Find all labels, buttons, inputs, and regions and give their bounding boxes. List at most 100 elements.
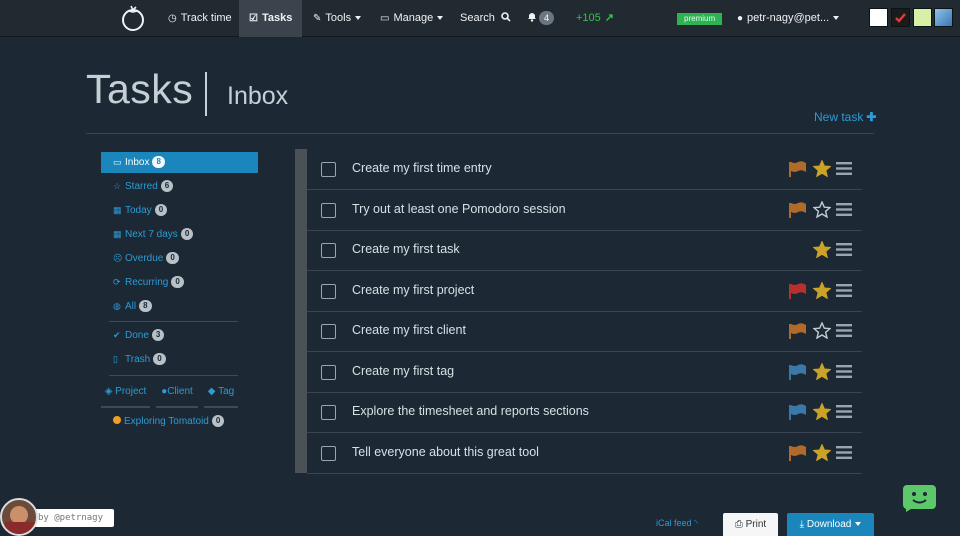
sidebar-item-recurring[interactable]: ⟳ Recurring 0 (101, 272, 258, 293)
nav-points[interactable]: +105 ↗ (576, 0, 614, 37)
flag-icon[interactable] (789, 201, 807, 218)
task-checkbox[interactable] (321, 405, 336, 420)
user-icon: ● (737, 13, 744, 24)
flag-icon[interactable] (789, 404, 807, 420)
count-badge: 8 (139, 300, 152, 312)
count-badge: 6 (160, 180, 174, 192)
star-filled-icon[interactable] (813, 362, 831, 380)
task-checkbox[interactable] (321, 324, 336, 339)
task-row[interactable]: Explore the timesheet and reports sectio… (307, 392, 862, 433)
sidebar-item-next-7-days[interactable]: ▦ Next 7 days 0 (101, 224, 258, 245)
task-checkbox[interactable] (321, 243, 336, 258)
theme-swatch-white[interactable] (869, 8, 888, 27)
sidebar-item-inbox[interactable]: ▭ Inbox 8 (101, 152, 258, 173)
sidebar-item-done[interactable]: ✔ Done 3 (101, 325, 258, 346)
star-filled-icon[interactable] (813, 443, 831, 461)
ical-feed-link[interactable]: iCal feed ◝ (656, 518, 698, 529)
flag-icon[interactable] (789, 363, 807, 380)
count-badge: 0 (171, 276, 184, 288)
nav-notifications[interactable]: 4 (527, 0, 555, 37)
nav-track-time[interactable]: ◷ Track time (168, 0, 232, 37)
caret-down-icon (855, 522, 862, 527)
sidebar-divider (109, 321, 238, 322)
task-row[interactable]: Create my first tag (307, 352, 862, 393)
menu-icon[interactable] (836, 445, 852, 459)
sidebar-item-today[interactable]: ▦ Today 0 (101, 200, 258, 221)
count-badge: 0 (211, 415, 225, 427)
task-row[interactable]: Create my first client (307, 311, 862, 352)
theme-swatch-light-green[interactable] (913, 8, 932, 27)
task-label[interactable]: Create my first time entry (352, 161, 492, 175)
task-checkbox[interactable] (321, 364, 336, 380)
star-outline-icon[interactable] (813, 200, 831, 218)
sidebar-item-all[interactable]: ◍ All 8 (101, 296, 258, 317)
flag-icon[interactable] (789, 282, 807, 299)
flag-icon[interactable] (789, 161, 807, 177)
task-row[interactable]: Create my first task (307, 230, 862, 271)
tab-project[interactable]: ◈ Project (101, 384, 150, 408)
wrench-icon: ✎ (313, 13, 322, 24)
header-divider (86, 133, 874, 134)
task-checkbox[interactable] (321, 283, 336, 299)
globe-icon: ◍ (113, 301, 121, 311)
task-label[interactable]: Create my first task (352, 242, 460, 256)
nav-search[interactable]: Search (460, 0, 511, 37)
chat-icon[interactable] (902, 484, 937, 512)
sidebar-item-label: Inbox (125, 157, 150, 168)
clock-icon: ◷ (168, 13, 177, 24)
menu-icon[interactable] (836, 202, 852, 216)
premium-badge[interactable]: premium (677, 13, 723, 25)
star-filled-icon[interactable] (813, 281, 831, 299)
sidebar-item-starred[interactable]: ☆ Starred 6 (101, 176, 258, 197)
sidebar-item-label: Today (125, 205, 152, 216)
theme-swatch-dark[interactable] (891, 8, 910, 27)
download-button[interactable]: ⤓ Download (787, 513, 874, 536)
tomato-logo-icon[interactable] (120, 4, 146, 32)
star-filled-icon[interactable] (813, 160, 831, 177)
author-avatar[interactable] (0, 498, 38, 536)
page-subtitle: Inbox (227, 82, 289, 110)
task-label[interactable]: Create my first tag (352, 364, 454, 378)
task-label[interactable]: Create my first project (352, 283, 474, 297)
nav-tools-dropdown[interactable]: ✎ Tools (313, 0, 362, 37)
print-button[interactable]: ⎙ Print (723, 513, 778, 536)
star-outline-icon[interactable] (813, 322, 831, 339)
task-label[interactable]: Create my first client (352, 323, 466, 337)
nav-user-dropdown[interactable]: ● petr-nagy@pet... (737, 0, 840, 37)
star-filled-icon[interactable] (813, 403, 831, 420)
count-badge: 3 (151, 329, 165, 341)
menu-icon[interactable] (836, 324, 852, 337)
nav-tasks[interactable]: ☑ Tasks (239, 0, 302, 37)
new-task-link[interactable]: New task ✚ (814, 110, 876, 124)
nav-manage-dropdown[interactable]: ▭ Manage (380, 0, 444, 37)
author-byline[interactable]: by @petrnagy (30, 509, 114, 527)
menu-icon[interactable] (836, 405, 852, 418)
task-checkbox[interactable] (321, 202, 336, 218)
tab-client[interactable]: ●Client (156, 384, 198, 408)
menu-icon[interactable] (836, 364, 852, 378)
task-row[interactable]: Tell everyone about this great tool (307, 433, 862, 474)
task-checkbox[interactable] (321, 445, 336, 461)
task-row[interactable]: Create my first project (307, 271, 862, 312)
task-checkbox[interactable] (321, 162, 336, 177)
menu-icon[interactable] (836, 243, 852, 256)
sidebar-item-label: Done (125, 330, 149, 341)
count-badge: 0 (154, 204, 168, 216)
flag-icon[interactable] (789, 444, 807, 461)
menu-icon[interactable] (836, 162, 852, 175)
flag-icon[interactable] (789, 323, 807, 339)
menu-icon[interactable] (836, 283, 852, 297)
task-label[interactable]: Try out at least one Pomodoro session (352, 202, 566, 216)
task-label[interactable]: Explore the timesheet and reports sectio… (352, 404, 589, 418)
theme-swatch-blue[interactable] (934, 8, 953, 27)
task-label[interactable]: Tell everyone about this great tool (352, 445, 539, 459)
task-row[interactable]: Create my first time entry (307, 149, 862, 190)
star-filled-icon[interactable] (813, 241, 831, 258)
sidebar-item-trash[interactable]: ▯ Trash 0 (101, 349, 258, 370)
sidebar-item-overdue[interactable]: ☹ Overdue 0 (101, 248, 258, 269)
tab-tag[interactable]: ◆ Tag (204, 384, 238, 408)
search-icon (501, 12, 511, 22)
sidebar-project-item[interactable]: Exploring Tomatoid 0 (113, 414, 225, 430)
task-row[interactable]: Try out at least one Pomodoro session (307, 190, 862, 231)
sidebar-item-label: Overdue (125, 253, 164, 264)
